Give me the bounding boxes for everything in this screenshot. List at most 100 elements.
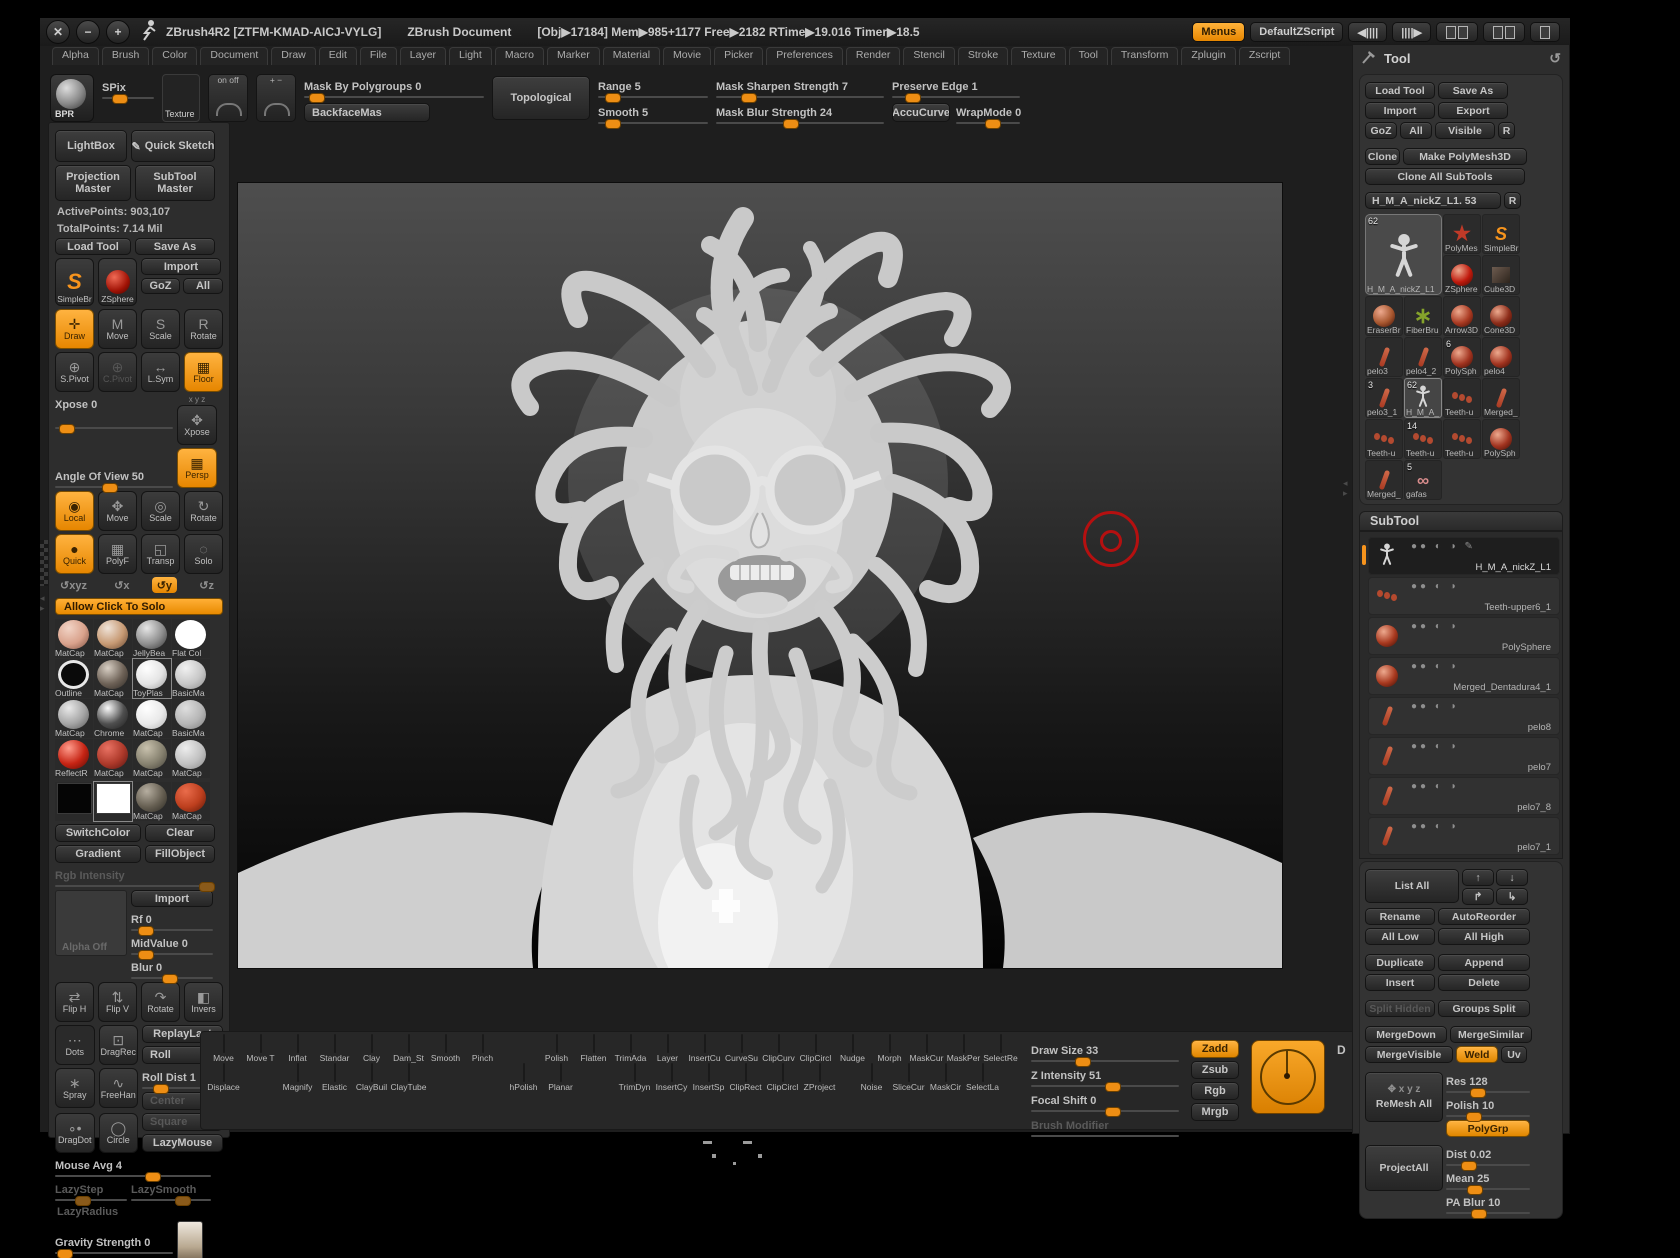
rotate-z-button[interactable]: ↺z (194, 577, 219, 593)
brush-flatten[interactable]: Flatten (575, 1035, 612, 1063)
flip-h-button[interactable]: ⇄Flip H (55, 982, 94, 1022)
polygrp-button[interactable]: PolyGrp (1446, 1120, 1530, 1137)
material-reflectr-12[interactable]: ReflectR (55, 739, 93, 778)
menu-movie[interactable]: Movie (663, 47, 711, 65)
material-basicma-11[interactable]: BasicMa (172, 699, 210, 738)
tool-thumb-pelo3-8[interactable]: pelo3 (1365, 337, 1403, 377)
rotate-button[interactable]: ↻Rotate (184, 491, 223, 531)
brush-magnify[interactable]: Magnify (279, 1064, 316, 1092)
clear-button[interactable]: Clear (145, 824, 215, 842)
left-tray-divider[interactable] (40, 540, 48, 586)
tool-load-button[interactable]: Load Tool (1365, 82, 1435, 99)
zsub-button[interactable]: Zsub (1191, 1061, 1239, 1079)
move-button[interactable]: MMove (98, 309, 137, 349)
maximize-button[interactable]: + (106, 20, 130, 44)
material-matcap-3[interactable]: MatCap (172, 782, 210, 821)
xpose-slider[interactable]: Xpose 0 (55, 395, 173, 429)
brush-clipcircl[interactable]: ClipCircl (764, 1064, 801, 1092)
accucurve-button[interactable]: AccuCurve (892, 103, 950, 122)
rotate-button[interactable]: RRotate (184, 309, 223, 349)
wrapmode-slider[interactable]: WrapMode 0 (956, 103, 1020, 124)
onoff-dial[interactable]: on off (208, 74, 248, 122)
all-low-button[interactable]: All Low (1365, 928, 1435, 945)
mergevisible-button[interactable]: MergeVisible (1365, 1046, 1453, 1063)
brush-clay[interactable]: Clay (353, 1035, 390, 1063)
material-matcap-2[interactable]: MatCap (133, 782, 171, 821)
material-matcap-5[interactable]: MatCap (94, 659, 132, 698)
visibility-toggles[interactable]: ●● ◐ ◑ (1411, 701, 1459, 712)
material-matcap-10[interactable]: MatCap (133, 699, 171, 738)
l-sym-button[interactable]: ↔L.Sym (141, 352, 180, 392)
tool-goz-button[interactable]: GoZ (1365, 122, 1397, 139)
right-tray-collapse-arrows[interactable]: ◂▸ (1343, 478, 1348, 498)
tool-thumb-polysph-19[interactable]: PolySph (1482, 419, 1520, 459)
menu-zscript[interactable]: Zscript (1239, 47, 1291, 65)
quick-button[interactable]: ●Quick (55, 534, 94, 574)
tool-thumb-arrow3d-6[interactable]: Arrow3D (1443, 296, 1481, 336)
polish-slider[interactable]: Polish 10 (1446, 1096, 1530, 1117)
alpha-import-button[interactable]: Import (131, 890, 213, 907)
subtool-row-teeth-upper6-1[interactable]: ●● ◐ ◑Teeth-upper6_1 (1368, 577, 1560, 615)
duplicate-button[interactable]: Duplicate (1365, 954, 1435, 971)
brush-maskper[interactable]: MaskPer (945, 1035, 982, 1063)
brush-selectla[interactable]: SelectLa (964, 1064, 1001, 1092)
tool-save-as-button[interactable]: Save As (1438, 82, 1508, 99)
material-chrome-9[interactable]: Chrome (94, 699, 132, 738)
focal-shift-slider[interactable]: Focal Shift 0 (1031, 1091, 1179, 1112)
draw-button[interactable]: ✛Draw (55, 309, 94, 349)
polyf-button[interactable]: ▦PolyF (98, 534, 137, 574)
current-tool-button[interactable]: H_M_A_nickZ_L1. 53 (1365, 192, 1501, 209)
spix-slider[interactable]: SPix (102, 78, 154, 99)
all-button[interactable]: All (183, 278, 223, 294)
s-pivot-button[interactable]: ⊕S.Pivot (55, 352, 94, 392)
solo-button[interactable]: ◌Solo (184, 534, 223, 574)
mask-sharpen-strength-slider[interactable]: Mask Sharpen Strength 7 (716, 77, 884, 98)
brush-smooth[interactable]: Smooth (427, 1035, 464, 1063)
stroke-dragrec-button[interactable]: ⊡DragRec (99, 1025, 139, 1065)
tool-thumb-cube3d-3[interactable]: Cube3D (1482, 255, 1520, 295)
tool-thumb-pelo3-1-12[interactable]: 3pelo3_1 (1365, 378, 1403, 418)
brush-insertcu[interactable]: InsertCu (686, 1035, 723, 1063)
tool-thumb-teeth-u-17[interactable]: 14Teeth-u (1404, 419, 1442, 459)
tool-thumb-teeth-u-14[interactable]: Teeth-u (1443, 378, 1481, 418)
current-tool-r-button[interactable]: R (1504, 192, 1521, 209)
mergesimilar-button[interactable]: MergeSimilar (1450, 1026, 1532, 1043)
alpha-rotate-button[interactable]: ↷Rotate (141, 982, 180, 1022)
angle-of-view-slider[interactable]: Angle Of View 50 (55, 467, 173, 488)
list-all-button[interactable]: List All (1365, 869, 1459, 903)
stroke-dots-button[interactable]: ⋯Dots (55, 1025, 95, 1065)
brush-nudge[interactable]: Nudge (834, 1035, 871, 1063)
subtool-section-header[interactable]: SubTool (1359, 511, 1563, 531)
material-swatch-0[interactable] (55, 782, 93, 821)
scale-button[interactable]: SScale (141, 309, 180, 349)
menu-brush[interactable]: Brush (102, 47, 149, 65)
res-slider[interactable]: Res 128 (1446, 1072, 1530, 1093)
brush-claytube[interactable]: ClayTube (390, 1064, 427, 1092)
menu-macro[interactable]: Macro (495, 47, 544, 65)
material-basicma-7[interactable]: BasicMa (172, 659, 210, 698)
visibility-toggles[interactable]: ●● ◐ ◑ ✎ (1411, 541, 1476, 552)
visibility-toggles[interactable]: ●● ◐ ◑ (1411, 741, 1459, 752)
material-matcap-1[interactable]: MatCap (94, 619, 132, 658)
scroll-left-button[interactable]: ◀|||| (1348, 22, 1387, 42)
default-zscript-button[interactable]: DefaultZScript (1250, 22, 1343, 42)
tool-thumb-pelo4-2-9[interactable]: pelo4_2 (1404, 337, 1442, 377)
lightbox-button[interactable]: LightBox (55, 130, 127, 162)
tool-thumb-h-m-a-nickz-l1[interactable]: 62H_M_A_nickZ_L1 (1365, 214, 1442, 295)
menu-document[interactable]: Document (200, 47, 268, 65)
menu-stencil[interactable]: Stencil (903, 47, 955, 65)
menu-transform[interactable]: Transform (1111, 47, 1178, 65)
split-hidden-button[interactable]: Split Hidden (1365, 1000, 1435, 1017)
all-high-button[interactable]: All High (1438, 928, 1530, 945)
menu-color[interactable]: Color (152, 47, 197, 65)
goz-button[interactable]: GoZ (141, 278, 180, 294)
mask-blur-strength-slider[interactable]: Mask Blur Strength 24 (716, 103, 884, 124)
menu-file[interactable]: File (360, 47, 397, 65)
move-button[interactable]: ✥Move (98, 491, 137, 531)
brush-curvesu[interactable]: CurveSu (723, 1035, 760, 1063)
tool-thumb-simplebr-1[interactable]: SSimpleBr (1482, 214, 1520, 254)
stroke-freehand-button[interactable]: ∿FreeHan (99, 1068, 139, 1108)
gravity-strength-slider[interactable]: Gravity Strength 0 (55, 1233, 173, 1254)
brush-zproject[interactable]: ZProject (801, 1064, 838, 1092)
tool-thumb-polymes-0[interactable]: ★PolyMes (1443, 214, 1481, 254)
